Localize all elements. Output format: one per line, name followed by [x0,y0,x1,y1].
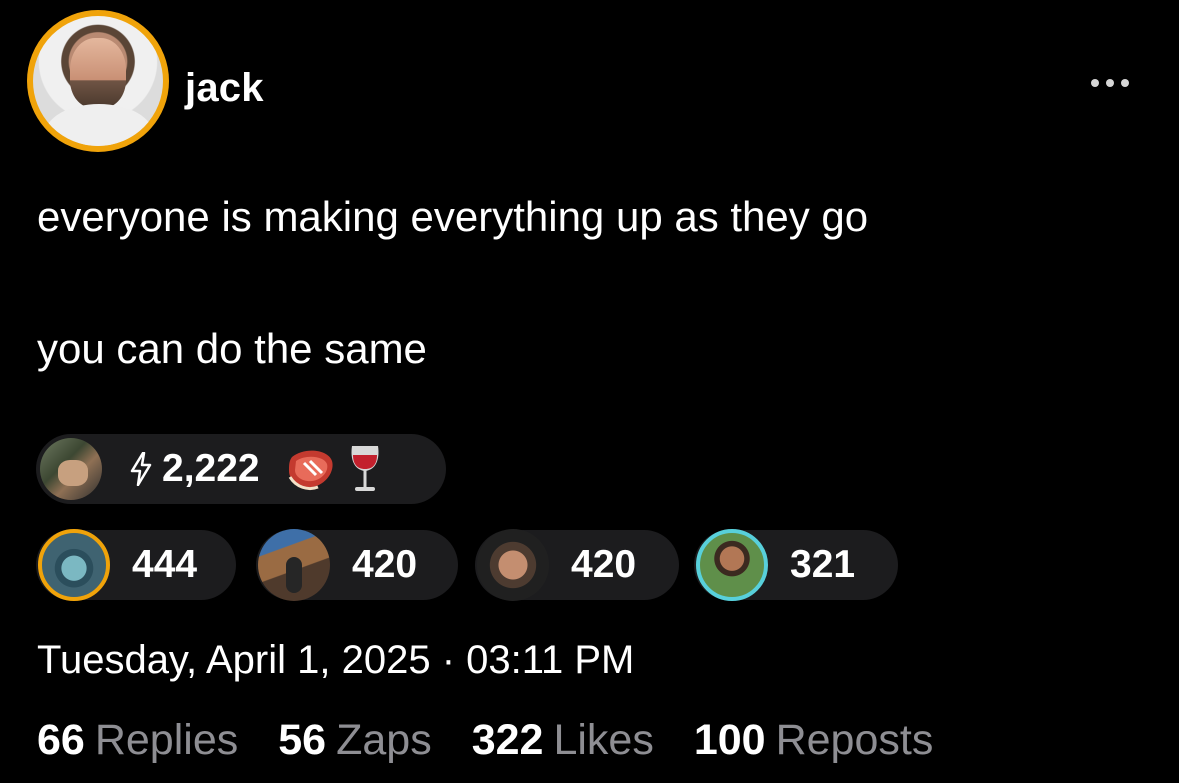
dot [1091,79,1099,87]
zapper-pill[interactable]: 420 [256,529,458,601]
ellipsis-icon[interactable] [1081,76,1139,90]
zapper-pill[interactable]: 444 [36,529,236,601]
post-text-line-1: everyone is making everything up as they… [37,193,869,240]
post-stats: 66 Replies 56 Zaps 322 Likes 100 Reposts [37,716,933,765]
zapper-avatar [258,529,330,601]
zaps-stat[interactable]: 56 Zaps [278,716,431,765]
author-name[interactable]: jack [185,66,264,111]
replies-label: Replies [94,716,239,764]
reposts-count: 100 [693,716,766,764]
likes-label: Likes [553,716,654,764]
wine-glass-emoji [351,446,379,491]
avatar-shirt [45,104,153,146]
likes-stat[interactable]: 322 Likes [472,716,654,765]
zapper-pill[interactable]: 321 [694,529,898,601]
avatar-face [70,38,126,108]
zapper-pill[interactable]: 420 [475,529,679,601]
zapper-amount: 444 [132,543,198,586]
likes-count: 322 [471,716,544,764]
author-avatar[interactable] [27,10,169,152]
replies-stat[interactable]: 66 Replies [37,716,238,765]
zapper-amount: 321 [790,543,856,586]
reposts-label: Reposts [775,716,934,764]
post-timestamp: Tuesday, April 1, 2025 · 03:11 PM [37,638,635,682]
top-zap-amount: 2,222 [162,447,260,490]
zaps-label: Zaps [336,716,432,764]
lightning-icon [130,452,152,486]
steak-emoji [288,450,333,491]
dot [1121,79,1129,87]
zapper-avatar [477,529,549,601]
top-zapper-avatar [40,438,102,500]
post-text-line-2: you can do the same [37,325,427,372]
top-zap-pill[interactable]: 2,222 [36,434,446,504]
zapper-amount: 420 [571,543,637,586]
dot [1106,79,1114,87]
replies-count: 66 [37,716,85,764]
zapper-avatar [696,529,768,601]
post-header: jack [27,10,1139,155]
zapper-avatar [38,529,110,601]
zapper-amount: 420 [352,543,418,586]
zaps-count: 56 [278,716,327,764]
reposts-stat[interactable]: 100 Reposts [694,716,934,765]
